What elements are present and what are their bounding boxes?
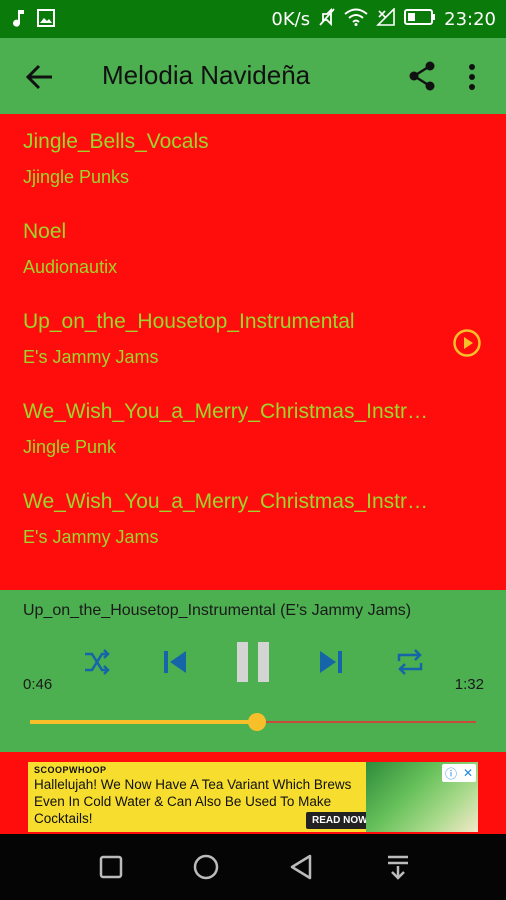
song-item[interactable]: Noel Audionautix (0, 204, 506, 294)
info-icon: ⓘ (444, 766, 457, 781)
song-artist: E's Jammy Jams (23, 527, 159, 547)
back-icon[interactable] (286, 852, 316, 882)
home-icon[interactable] (191, 852, 221, 882)
wifi-icon (344, 8, 368, 31)
now-playing-label: Up_on_the_Housetop_Instrumental (E's Jam… (23, 602, 412, 619)
share-icon[interactable] (406, 60, 438, 92)
song-title: Noel (23, 220, 67, 243)
song-item[interactable]: Up_on_the_Housetop_Instrumental E's Jamm… (0, 294, 506, 384)
image-notification-icon (36, 8, 56, 33)
player-panel: Up_on_the_Housetop_Instrumental (E's Jam… (0, 590, 506, 752)
song-artist: Audionautix (23, 257, 118, 277)
pause-button[interactable] (230, 636, 276, 688)
ad-area: SCOOPWHOOP Hallelujah! We Now Have A Tea… (0, 752, 506, 834)
close-icon[interactable]: ✕ (463, 766, 473, 780)
music-note-icon (12, 8, 26, 33)
ad-brand: SCOOPWHOOP (34, 765, 107, 775)
more-options-icon[interactable] (460, 62, 484, 92)
status-bar: 0K/s 23:20 (0, 0, 506, 38)
clock: 23:20 (444, 9, 496, 30)
skip-next-icon[interactable] (314, 642, 348, 682)
song-list: Jingle_Bells_Vocals Jjingle Punks Noel A… (0, 114, 506, 590)
song-title: Up_on_the_Housetop_Instrumental (23, 310, 355, 333)
song-item[interactable]: We_Wish_You_a_Merry_Christmas_Instrument… (0, 474, 506, 564)
ad-choices-icon[interactable]: ⓘ ✕ (442, 764, 476, 782)
ad-banner[interactable]: SCOOPWHOOP Hallelujah! We Now Have A Tea… (28, 762, 478, 832)
app-bar: Melodia Navideña (0, 38, 506, 114)
vibrate-mute-icon (318, 7, 336, 32)
network-speed: 0K/s (271, 9, 311, 30)
total-time: 1:32 (454, 676, 484, 693)
page-title: Melodia Navideña (102, 60, 311, 90)
skip-previous-icon[interactable] (158, 642, 192, 682)
navigation-bar (0, 834, 506, 900)
hide-keyboard-icon[interactable] (383, 852, 413, 882)
recent-apps-icon[interactable] (96, 852, 126, 882)
signal-icon (376, 7, 396, 31)
song-title: We_Wish_You_a_Merry_Christmas_Instrument… (23, 400, 435, 423)
now-playing-icon[interactable] (452, 328, 482, 358)
shuffle-icon[interactable] (80, 642, 114, 682)
repeat-icon[interactable] (393, 642, 427, 682)
seek-bar-progress (30, 720, 258, 724)
song-title: Jingle_Bells_Vocals (23, 130, 209, 153)
seek-bar-thumb[interactable] (248, 713, 267, 731)
song-item[interactable]: We_Wish_You_a_Merry_Christmas_Instrument… (0, 384, 506, 474)
song-artist: Jingle Punk (23, 437, 117, 457)
back-arrow-icon[interactable] (24, 62, 56, 92)
battery-icon (404, 8, 436, 31)
song-title: We_Wish_You_a_Merry_Christmas_Instrument… (23, 490, 435, 513)
song-item[interactable]: Jingle_Bells_Vocals Jjingle Punks (0, 114, 506, 204)
song-artist: E's Jammy Jams (23, 347, 159, 367)
song-artist: Jjingle Punks (23, 167, 130, 187)
current-time: 0:46 (23, 676, 53, 693)
ad-read-now-button[interactable]: READ NOW (306, 812, 374, 829)
